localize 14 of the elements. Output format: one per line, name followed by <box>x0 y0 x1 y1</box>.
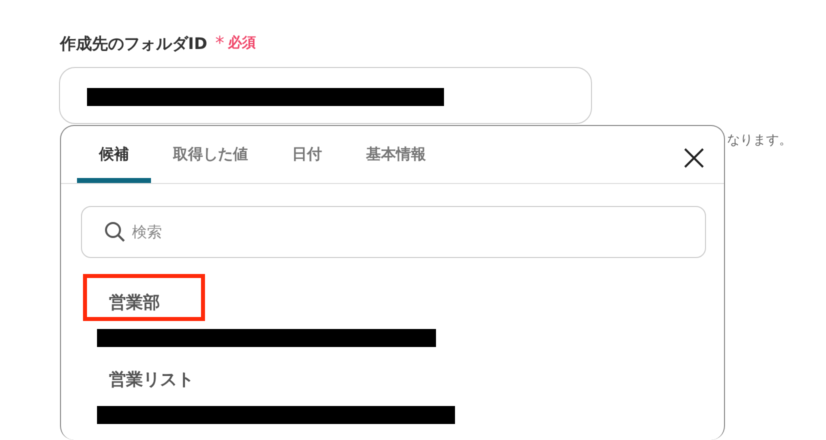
close-icon[interactable] <box>683 147 705 169</box>
folder-id-field[interactable] <box>59 67 592 124</box>
field-label: 作成先のフォルダID <box>60 32 208 54</box>
tab[interactable]: 取得した値 <box>151 125 270 183</box>
tab[interactable]: 基本情報 <box>344 125 448 183</box>
search-icon <box>104 221 126 243</box>
folder-option[interactable]: 営業部 <box>97 281 477 358</box>
search-field[interactable]: 検索 <box>81 206 706 258</box>
hint-text: なります。 <box>727 132 792 150</box>
required-text: 必須 <box>228 34 256 53</box>
required-mark: * <box>215 32 224 56</box>
folder-option[interactable]: 営業リスト <box>97 358 477 435</box>
tab[interactable]: 候補 <box>77 125 151 183</box>
tab[interactable]: 日付 <box>270 125 344 183</box>
